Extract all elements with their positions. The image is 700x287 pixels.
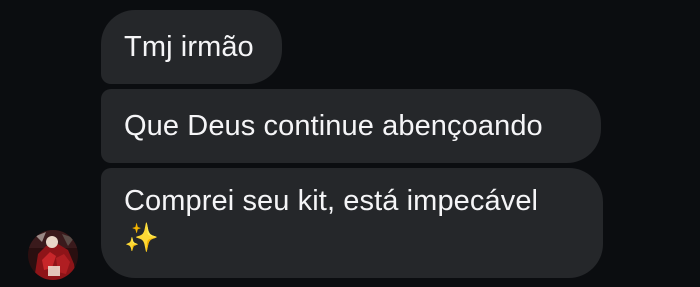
message-text: Tmj irmão [124, 31, 254, 63]
message-bubble[interactable]: Comprei seu kit, está impecável ✨ [101, 168, 603, 278]
sender-avatar[interactable] [28, 230, 78, 280]
sparkles-emoji: ✨ [124, 222, 159, 253]
message-bubble[interactable]: Que Deus continue abençoando [101, 89, 601, 163]
message-text: Que Deus continue abençoando [124, 110, 543, 142]
message-thread: Tmj irmão Que Deus continue abençoando C… [0, 0, 700, 287]
profile-photo-icon [28, 230, 78, 280]
message-bubble[interactable]: Tmj irmão [101, 10, 282, 84]
message-text: Comprei seu kit, está impecável [124, 185, 539, 217]
